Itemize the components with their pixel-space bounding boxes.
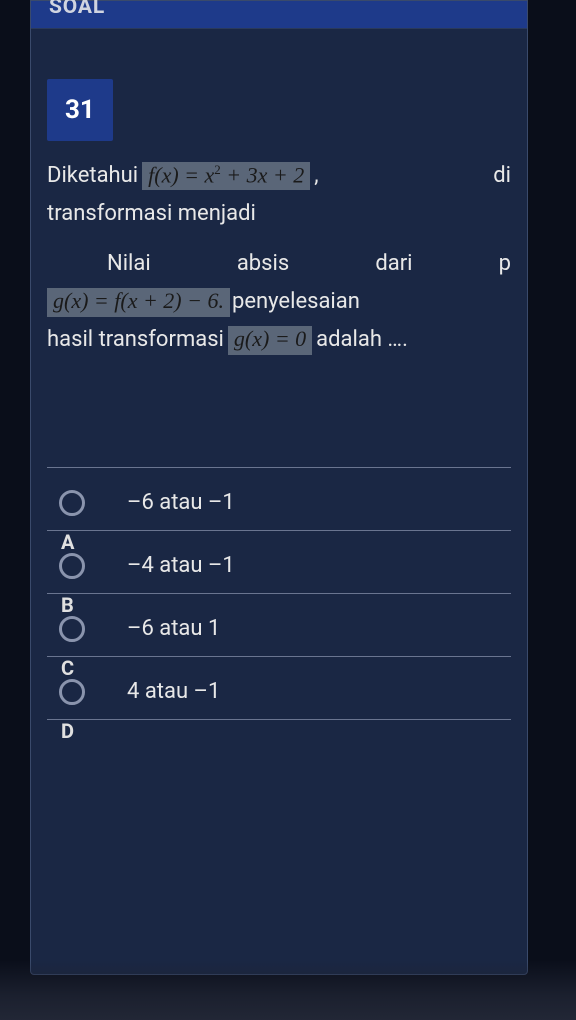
word-p: p	[499, 247, 511, 281]
question-line-3: Nilai absis dari p	[47, 247, 511, 281]
radio-c[interactable]	[59, 616, 85, 642]
text-hasil-transformasi: hasil transformasi	[47, 323, 224, 357]
question-text: Diketahui f(x) = x2 + 3x + 2, di transfo…	[47, 159, 511, 357]
word-nilai: Nilai	[107, 247, 151, 281]
option-d[interactable]: 4 atau –1 D	[47, 656, 511, 720]
app-root: SOAL 31 Diketahui f(x) = x2 + 3x + 2, di…	[0, 0, 576, 1020]
formula-gx-def: g(x) = f(x + 2) − 6.	[47, 288, 230, 316]
question-card: SOAL 31 Diketahui f(x) = x2 + 3x + 2, di…	[30, 0, 528, 975]
formula-gx-zero: g(x) = 0	[228, 326, 312, 354]
option-a-text: –6 atau –1	[127, 490, 235, 515]
option-d-text: 4 atau –1	[127, 679, 220, 704]
question-number: 31	[47, 79, 113, 141]
card-header: SOAL	[31, 1, 527, 29]
radio-b[interactable]	[59, 553, 85, 579]
header-title: SOAL	[49, 0, 105, 19]
option-c-text: –6 atau 1	[127, 616, 220, 641]
radio-d[interactable]	[59, 679, 85, 705]
options-list: –6 atau –1 A –4 atau –1 B –6 atau 1 C 4 …	[47, 467, 511, 720]
question-line-1: Diketahui f(x) = x2 + 3x + 2, di	[47, 159, 511, 193]
question-line-5: hasil transformasi g(x) = 0 adalah ….	[47, 323, 511, 357]
formula-fx: f(x) = x2 + 3x + 2	[142, 162, 310, 191]
question-content: 31 Diketahui f(x) = x2 + 3x + 2, di tran…	[47, 79, 511, 720]
option-a[interactable]: –6 atau –1 A	[47, 467, 511, 530]
text-diketahui: Diketahui	[47, 159, 138, 193]
radio-a[interactable]	[59, 490, 85, 516]
option-b-text: –4 atau –1	[127, 553, 235, 578]
option-b[interactable]: –4 atau –1 B	[47, 530, 511, 593]
question-line-2: transformasi menjadi	[47, 197, 511, 231]
option-d-letter: D	[61, 719, 74, 743]
text-adalah: adalah ….	[316, 323, 408, 357]
question-line-4: g(x) = f(x + 2) − 6.penyelesaian	[47, 285, 511, 319]
word-dari: dari	[375, 247, 412, 281]
text-di: di	[493, 159, 511, 193]
text-penyelesaian: penyelesaian	[232, 285, 360, 319]
word-absis: absis	[237, 247, 289, 281]
option-c[interactable]: –6 atau 1 C	[47, 593, 511, 656]
comma: ,	[314, 159, 318, 193]
